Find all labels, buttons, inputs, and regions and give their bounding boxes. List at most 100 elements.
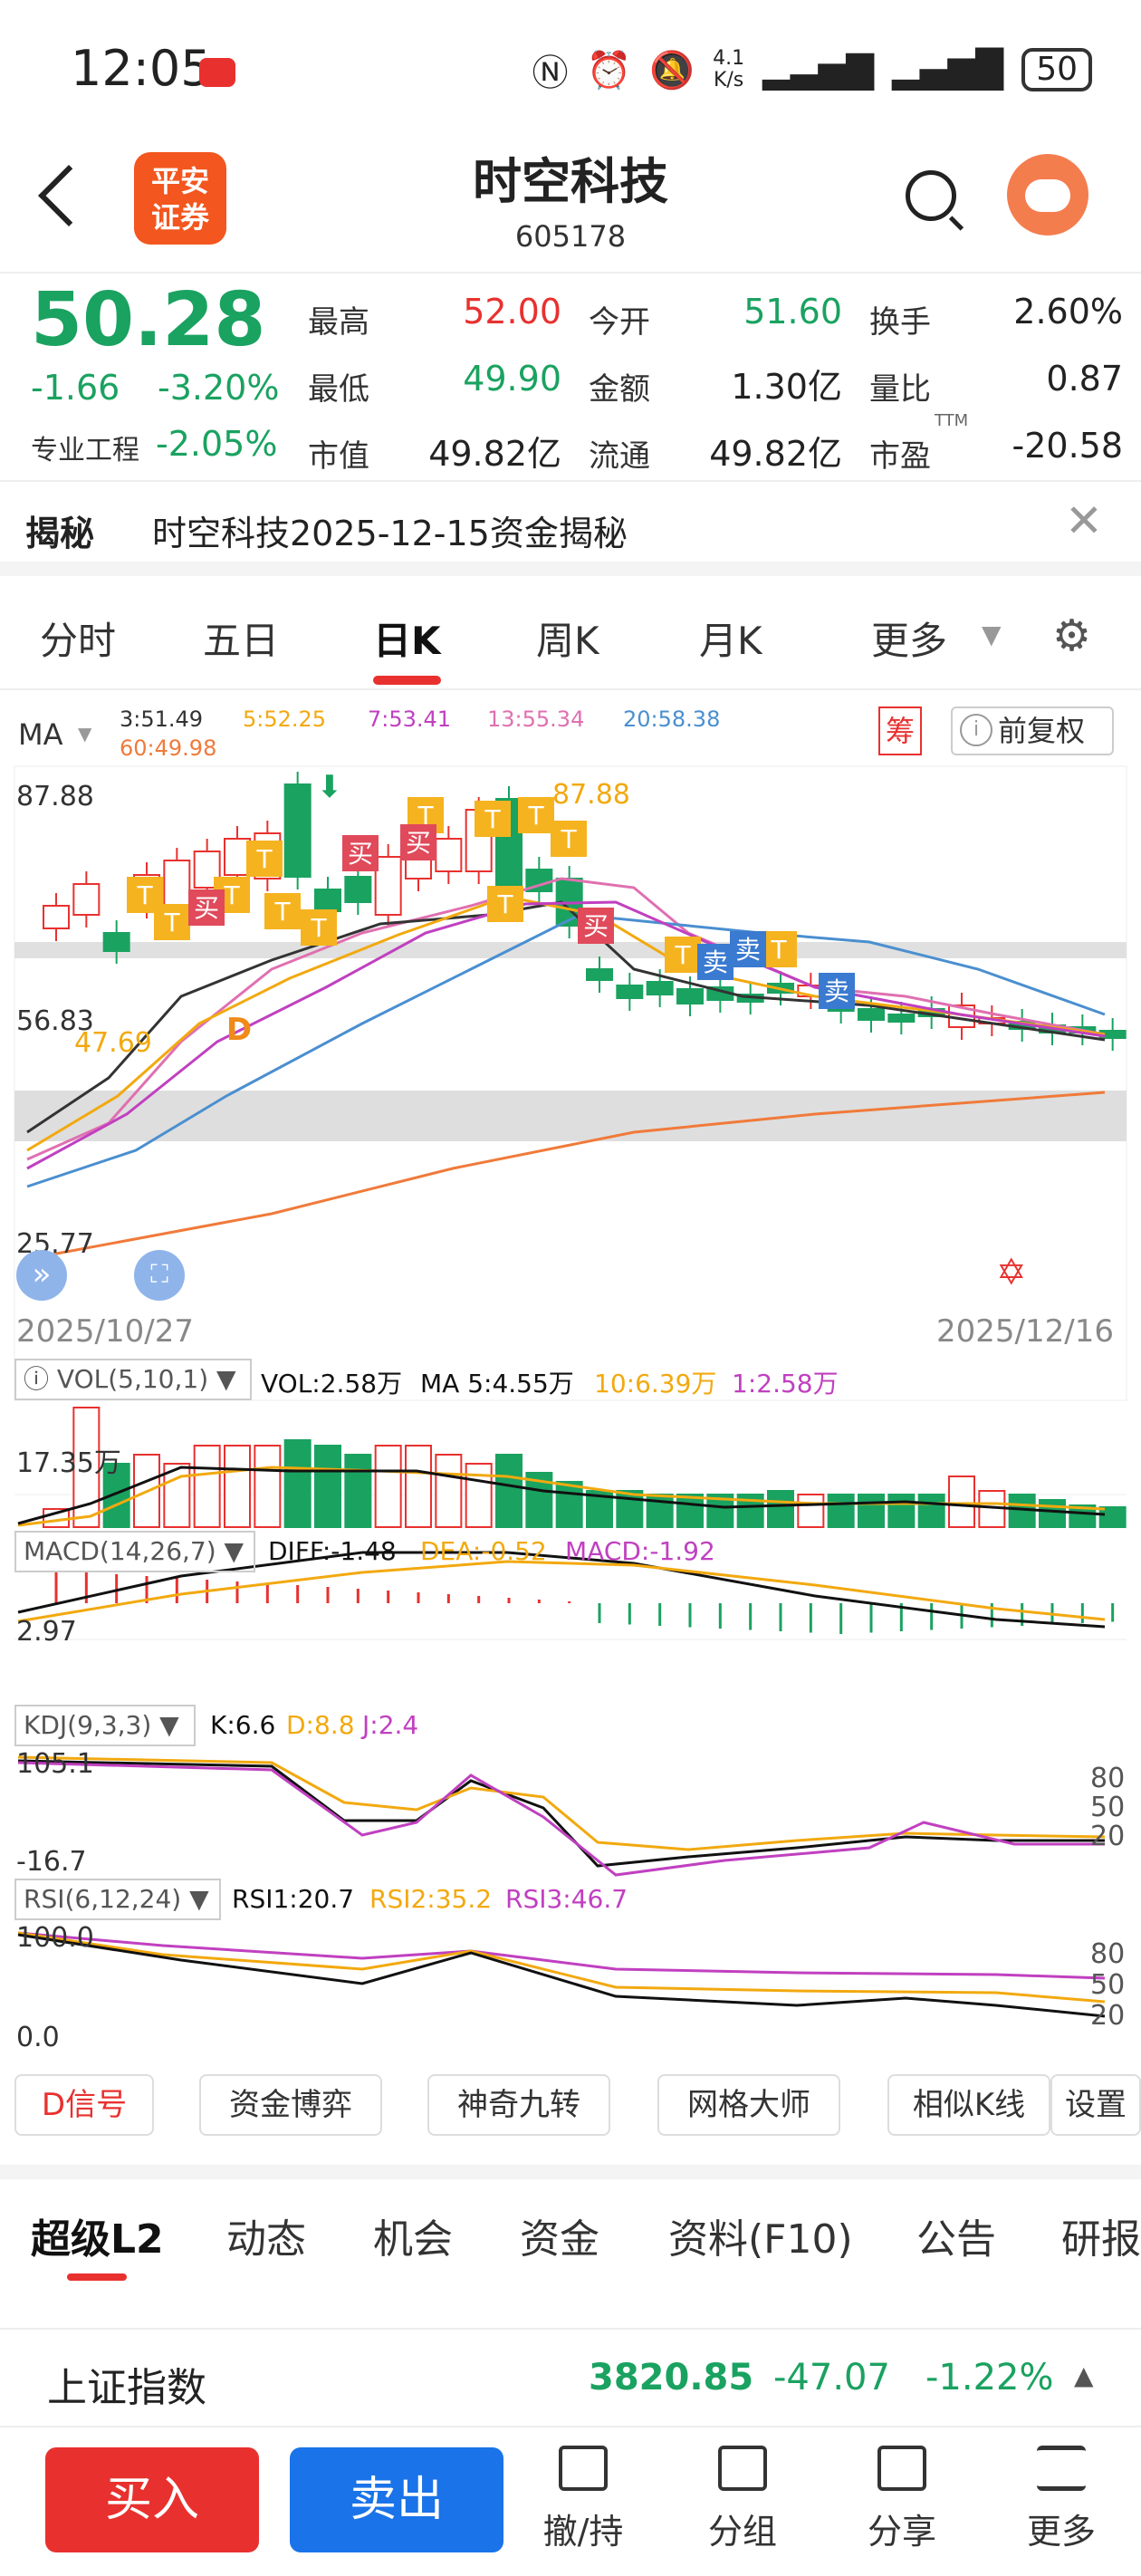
support-band xyxy=(14,1091,1127,1141)
tab-dynamic[interactable]: 动态 xyxy=(226,2206,306,2264)
vol-bar xyxy=(344,1454,372,1528)
tab-announcement[interactable]: 公告 xyxy=(916,2206,996,2264)
resistance-band xyxy=(14,942,1127,958)
quote-label: 流通 xyxy=(589,438,650,475)
share-button[interactable]: 分享 xyxy=(848,2446,956,2553)
tab-super-l2[interactable]: 超级L2 xyxy=(31,2206,164,2264)
signal-marker-label: T xyxy=(273,897,291,927)
buy-button[interactable]: 买入 xyxy=(45,2447,259,2552)
candle xyxy=(646,981,674,995)
vol-bar xyxy=(435,1454,463,1528)
ttm-label: TTM xyxy=(935,411,969,430)
settings-button[interactable]: 设置 xyxy=(1050,2074,1141,2136)
rsi-ref-20: 20 xyxy=(1090,2000,1126,2032)
quote-label: 今开 xyxy=(589,304,650,341)
expand-left-icon[interactable]: » xyxy=(16,1250,67,1301)
notice-bar[interactable]: 揭秘 时空科技2025-12-15资金揭秘 ✕ xyxy=(0,480,1141,576)
quote-value: 51.60 xyxy=(743,292,842,332)
tab-f10[interactable]: 资料(F10) xyxy=(668,2206,853,2264)
info-tabs: 超级L2 动态 机会 资金 资料(F10) 公告 研报 xyxy=(0,2165,1141,2283)
mute-icon: 🔕 xyxy=(649,49,695,91)
kdj-indicator-select[interactable]: KDJ(9,3,3) ▼ xyxy=(14,1705,196,1746)
clock: 12:05 xyxy=(71,40,212,97)
vol-bar xyxy=(283,1439,312,1528)
similar-k-button[interactable]: 相似K线 xyxy=(887,2074,1050,2136)
star-icon[interactable]: ✡ xyxy=(996,1252,1027,1293)
signal-marker-label: T xyxy=(560,824,577,854)
vol-bar xyxy=(405,1445,432,1528)
macd-indicator-select[interactable]: MACD(14,26,7) ▼ xyxy=(14,1531,255,1572)
vol-indicator-select[interactable]: ⓘ VOL(5,10,1) ▼ xyxy=(14,1359,252,1400)
rsi2: RSI2:35.2 xyxy=(369,1884,493,1914)
vol-ma5: MA 5:4.55万 xyxy=(420,1369,574,1399)
bottom-toolbar: 买入 卖出 撤/持 分组 分享 更多 xyxy=(0,2427,1141,2576)
cancel-hold-button[interactable]: 撤/持 xyxy=(529,2446,638,2553)
d-signal-button[interactable]: D信号 xyxy=(14,2074,154,2136)
vol-ma10: 10:6.39万 xyxy=(594,1369,717,1399)
grid-master-button[interactable]: 网格大师 xyxy=(657,2074,840,2136)
candle xyxy=(676,988,704,1004)
close-icon[interactable]: ✕ xyxy=(1065,495,1103,547)
candle xyxy=(616,985,644,999)
candle xyxy=(72,883,101,916)
index-bar[interactable]: 上证指数 3820.85 -47.07 -1.22% ▲ xyxy=(0,2328,1141,2427)
sector-name[interactable]: 专业工程 xyxy=(31,428,139,467)
price-change-pct: -3.20% xyxy=(158,368,280,408)
macd-dea: DEA:-0.52 xyxy=(420,1536,547,1566)
quote-value: 2.60% xyxy=(1013,292,1123,332)
tab-funds[interactable]: 资金 xyxy=(520,2206,599,2264)
broker-logo: 平安 证券 xyxy=(134,152,226,245)
vol-bar xyxy=(797,1494,825,1528)
nfc-icon: Ⓝ xyxy=(532,53,569,94)
vol-bar xyxy=(767,1490,794,1528)
tab-five-day[interactable]: 五日 xyxy=(203,610,279,666)
back-button[interactable] xyxy=(38,165,100,226)
candle xyxy=(102,932,130,952)
tab-weekly-k[interactable]: 周K xyxy=(536,610,599,666)
candle xyxy=(858,1008,885,1021)
quote-label: 最高 xyxy=(308,304,369,341)
nine-turn-button[interactable]: 神奇九转 xyxy=(427,2074,610,2136)
cancel-hold-icon xyxy=(559,2446,608,2491)
high-marker: 87.88 xyxy=(552,779,630,811)
kline-chart-area[interactable]: MA ▼ 3:51.49 5:52.25 7:53.41 13:55.34 20:58.… xyxy=(0,697,1141,2083)
folder-icon xyxy=(718,2446,767,2491)
quote-label: 市盈 xyxy=(869,438,931,475)
rsi2-line xyxy=(17,1931,1106,2004)
vol-bar xyxy=(495,1454,523,1528)
vol-bar xyxy=(465,1463,493,1528)
more-button[interactable]: 更多 xyxy=(1007,2446,1116,2553)
vol-bar xyxy=(948,1475,975,1528)
wifi-signal-icon: ▂▄▆█ xyxy=(892,49,1004,91)
kdj-ref-50: 50 xyxy=(1090,1792,1126,1823)
search-icon[interactable] xyxy=(906,170,956,221)
quote-label: 最低 xyxy=(308,371,369,408)
assistant-avatar[interactable] xyxy=(1007,154,1088,235)
index-pct: -1.22% xyxy=(925,2357,1054,2398)
gear-icon[interactable]: ⚙ xyxy=(1052,610,1091,661)
quote-value: 49.82亿 xyxy=(709,434,842,474)
chevron-down-icon[interactable]: ▼ xyxy=(982,620,1002,649)
kdj-k: K:6.6 xyxy=(210,1710,276,1740)
tab-intraday[interactable]: 分时 xyxy=(40,610,116,666)
sell-button[interactable]: 卖出 xyxy=(290,2447,503,2552)
kdj-d xyxy=(17,1755,1106,1851)
fund-game-button[interactable]: 资金博弈 xyxy=(199,2074,382,2136)
signal-marker-label: T xyxy=(223,880,240,910)
quote-value: 49.90 xyxy=(463,359,561,399)
fullscreen-icon[interactable]: ⛶ xyxy=(134,1250,185,1301)
tab-opportunity[interactable]: 机会 xyxy=(373,2206,453,2264)
vol-bar xyxy=(917,1494,945,1528)
signal-marker-label: T xyxy=(527,801,544,831)
tab-more[interactable]: 更多 xyxy=(871,610,947,666)
group-button[interactable]: 分组 xyxy=(688,2446,797,2553)
tab-monthly-k[interactable]: 月K xyxy=(699,610,762,666)
vol-bar xyxy=(374,1445,402,1528)
rsi-indicator-select[interactable]: RSI(6,12,24) ▼ xyxy=(14,1879,221,1920)
candle xyxy=(224,838,251,876)
tab-daily-k[interactable]: 日K xyxy=(373,610,441,685)
signal-marker-label: 卖 xyxy=(735,935,761,965)
vol-bar xyxy=(827,1494,855,1528)
chevron-up-icon[interactable]: ▲ xyxy=(1074,2360,1094,2390)
tab-research[interactable]: 研报 xyxy=(1061,2206,1141,2264)
